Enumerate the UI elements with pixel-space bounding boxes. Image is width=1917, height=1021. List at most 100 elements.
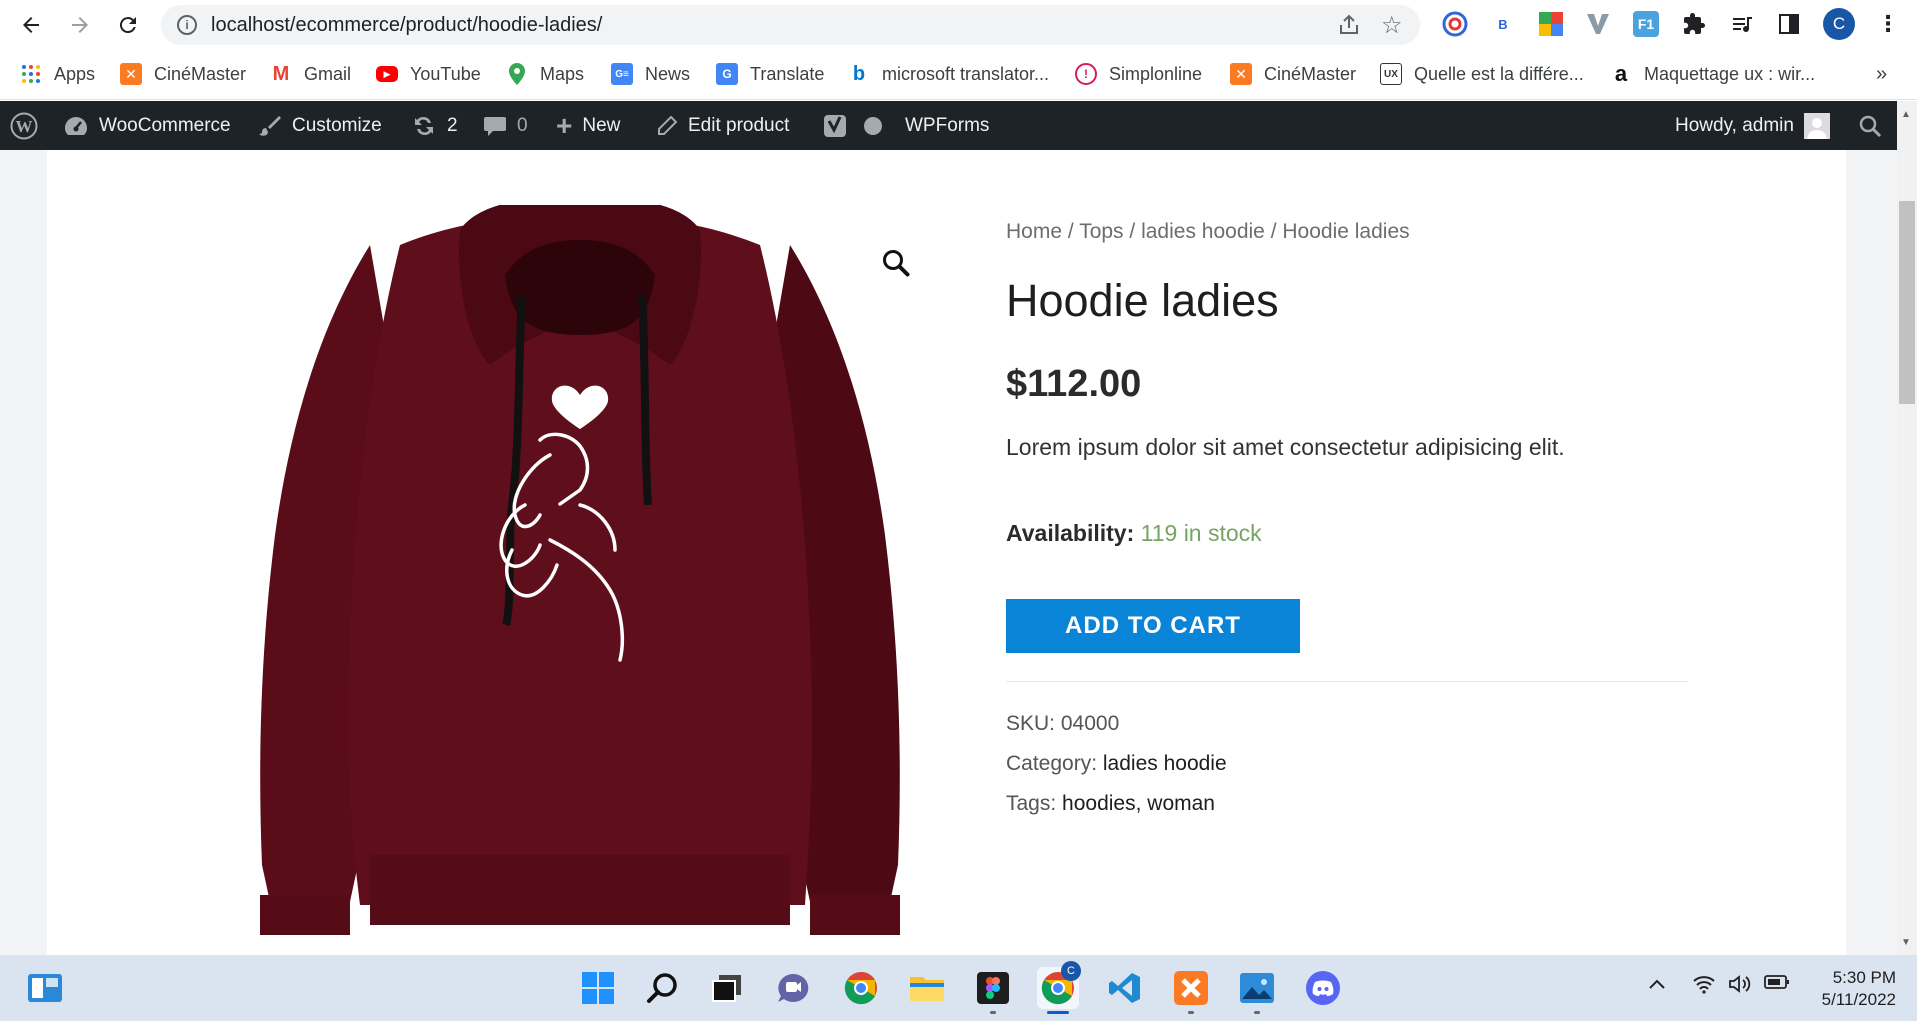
- scroll-down-arrow-icon[interactable]: ▼: [1901, 937, 1911, 948]
- bookmark-star-icon[interactable]: ☆: [1381, 11, 1403, 40]
- zoom-magnifier-icon[interactable]: [881, 248, 911, 283]
- windows-start-icon[interactable]: [577, 967, 619, 1009]
- bookmarks-bar: Apps ✕ CinéMaster M Gmail ▶ YouTube Maps…: [0, 49, 1917, 100]
- bookmark-news[interactable]: G≡ News: [611, 61, 690, 87]
- photos-icon[interactable]: [1236, 967, 1278, 1014]
- file-explorer-icon[interactable]: [906, 967, 948, 1009]
- extension-fi-icon[interactable]: F1: [1633, 11, 1659, 37]
- volume-icon[interactable]: [1728, 974, 1752, 999]
- product-category: Category: ladies hoodie: [1006, 752, 1227, 775]
- side-panel-icon[interactable]: [1776, 11, 1802, 37]
- address-bar[interactable]: i localhost/ecommerce/product/hoodie-lad…: [161, 5, 1420, 45]
- xampp-icon: ✕: [1230, 63, 1252, 85]
- profile-avatar[interactable]: C: [1823, 8, 1855, 40]
- summary-divider: [1006, 681, 1688, 682]
- product-sku: SKU: 04000: [1006, 712, 1120, 735]
- product-price: $112.00: [1006, 363, 1142, 405]
- scroll-up-arrow-icon[interactable]: ▲: [1901, 109, 1911, 120]
- extension-colorful-icon[interactable]: [1538, 11, 1564, 37]
- comment-bubble-icon: [483, 115, 507, 137]
- browser-toolbar: i localhost/ecommerce/product/hoodie-lad…: [0, 0, 1917, 49]
- back-button[interactable]: [14, 8, 48, 42]
- plus-icon: +: [556, 109, 573, 141]
- add-to-cart-button[interactable]: ADD TO CART: [1006, 599, 1300, 653]
- breadcrumb-home[interactable]: Home: [1006, 220, 1062, 243]
- bookmark-ms-translator[interactable]: b microsoft translator...: [848, 61, 1049, 87]
- sku-value: 04000: [1060, 712, 1120, 735]
- url-text[interactable]: localhost/ecommerce/product/hoodie-ladie…: [211, 14, 602, 37]
- admin-edit-product[interactable]: Edit product: [656, 101, 789, 150]
- bookmark-youtube[interactable]: ▶ YouTube: [376, 61, 481, 87]
- chrome-profile-active-icon[interactable]: C: [1037, 961, 1081, 1014]
- hoodie-illustration: [260, 198, 900, 935]
- maps-pin-icon: [506, 63, 528, 85]
- site-info-icon[interactable]: i: [177, 15, 197, 35]
- chrome-profile-badge: C: [1061, 961, 1081, 981]
- figma-icon[interactable]: [972, 967, 1014, 1014]
- teams-chat-icon[interactable]: [772, 967, 814, 1009]
- svg-text:W: W: [16, 117, 33, 136]
- bookmark-cinemaster-1[interactable]: ✕ CinéMaster: [120, 61, 246, 87]
- forward-button[interactable]: [63, 8, 97, 42]
- bookmark-apps[interactable]: Apps: [20, 61, 95, 87]
- availability-label: Availability:: [1006, 520, 1135, 546]
- paintbrush-icon: [258, 114, 282, 138]
- search-icon[interactable]: [642, 967, 684, 1009]
- gmail-icon: M: [272, 62, 290, 85]
- bookmark-blog-ux[interactable]: UX Quelle est la différe...: [1380, 61, 1584, 87]
- bookmark-maps[interactable]: Maps: [506, 61, 584, 87]
- clock-time: 5:30 PM: [1832, 968, 1896, 987]
- breadcrumb-tops[interactable]: Tops: [1079, 220, 1123, 243]
- admin-comments[interactable]: 0: [483, 101, 528, 150]
- wifi-icon[interactable]: [1692, 974, 1716, 999]
- battery-icon[interactable]: [1764, 974, 1790, 995]
- breadcrumb-category[interactable]: ladies hoodie: [1141, 220, 1265, 243]
- news-icon: G≡: [611, 63, 633, 85]
- extension-b-icon[interactable]: B: [1490, 11, 1516, 37]
- updates-refresh-icon: [411, 114, 437, 138]
- blog-ux-icon: UX: [1380, 63, 1402, 85]
- bookmark-gmail[interactable]: M Gmail: [270, 61, 351, 87]
- product-image[interactable]: [250, 198, 910, 950]
- pencil-icon: [656, 115, 678, 137]
- extension-v-icon[interactable]: [1585, 11, 1611, 37]
- admin-account[interactable]: Howdy, admin: [1675, 101, 1830, 150]
- admin-updates[interactable]: 2: [411, 101, 458, 150]
- xampp-taskbar-icon[interactable]: [1170, 967, 1212, 1014]
- scrollbar-thumb[interactable]: [1899, 201, 1915, 404]
- share-icon[interactable]: [1337, 13, 1361, 42]
- admin-avatar: [1803, 112, 1830, 139]
- yoast-seo-icon[interactable]: [822, 101, 848, 150]
- extension-opera-icon[interactable]: [1442, 11, 1468, 37]
- menu-kebab-icon[interactable]: ⋮: [1875, 11, 1901, 37]
- media-queue-icon[interactable]: [1729, 11, 1755, 37]
- bookmark-translate[interactable]: G Translate: [716, 61, 824, 87]
- xampp-icon: ✕: [120, 63, 142, 85]
- bookmark-cinemaster-2[interactable]: ✕ CinéMaster: [1230, 61, 1356, 87]
- widgets-icon[interactable]: [24, 967, 66, 1009]
- tags-links[interactable]: hoodies, woman: [1062, 792, 1215, 815]
- show-hidden-icons-chevron-icon[interactable]: [1648, 974, 1666, 995]
- dashboard-gauge-icon: [63, 115, 89, 137]
- product-tags: Tags: hoodies, woman: [1006, 792, 1215, 815]
- bookmark-maquettage[interactable]: a Maquettage ux : wir...: [1610, 61, 1815, 87]
- admin-customize[interactable]: Customize: [258, 101, 382, 150]
- seo-status-dot-icon[interactable]: [864, 101, 882, 150]
- extensions-puzzle-icon[interactable]: [1681, 11, 1707, 37]
- simplonline-icon: !: [1075, 63, 1097, 85]
- category-link[interactable]: ladies hoodie: [1103, 752, 1227, 775]
- system-clock[interactable]: 5:30 PM 5/11/2022: [1810, 967, 1896, 1011]
- wordpress-logo-icon[interactable]: W: [10, 101, 38, 150]
- admin-new[interactable]: + New: [556, 101, 620, 150]
- bookmark-simplonline[interactable]: ! Simplonline: [1075, 61, 1202, 87]
- admin-woocommerce[interactable]: WooCommerce: [63, 101, 231, 150]
- windows-taskbar: C 5:30 PM 5/11/2022: [0, 955, 1917, 1021]
- reload-button[interactable]: [111, 8, 145, 42]
- vscode-icon[interactable]: [1104, 967, 1146, 1009]
- admin-wpforms[interactable]: WPForms: [905, 101, 989, 150]
- admin-search-icon[interactable]: [1858, 101, 1882, 150]
- chrome-icon[interactable]: [840, 967, 882, 1009]
- more-bookmarks-button[interactable]: »: [1876, 61, 1887, 87]
- task-view-icon[interactable]: [706, 967, 748, 1009]
- discord-icon[interactable]: [1302, 967, 1344, 1009]
